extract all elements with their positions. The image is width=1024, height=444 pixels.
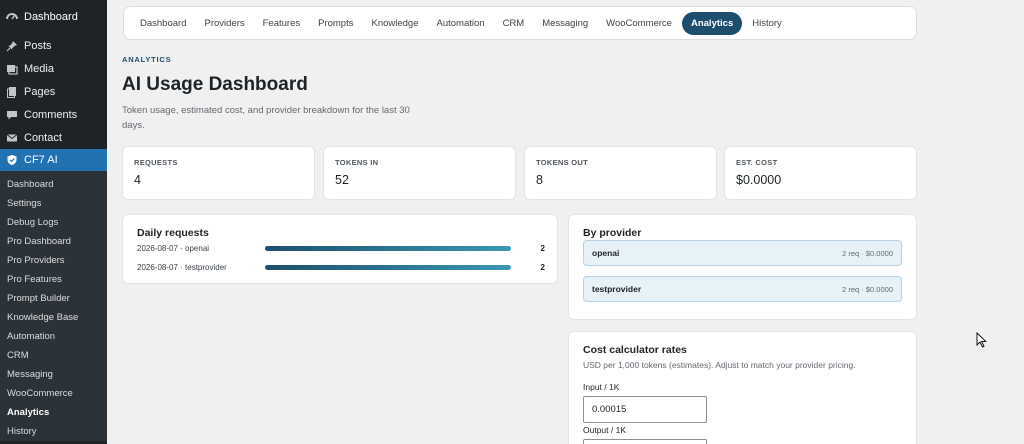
- stat-label: TOKENS OUT: [536, 158, 589, 167]
- daily-request-label: 2026-08-07 · openai: [137, 244, 210, 253]
- stat-label: REQUESTS: [134, 158, 178, 167]
- daily-request-bar: [265, 246, 511, 251]
- submenu-item-pro-providers[interactable]: Pro Providers: [0, 251, 107, 270]
- stat-value: 4: [134, 173, 141, 187]
- daily-request-label: 2026-08-07 · testprovider: [137, 263, 227, 272]
- sidebar-item-label: Pages: [24, 85, 56, 98]
- tab-features[interactable]: Features: [255, 12, 309, 35]
- daily-requests-title: Daily requests: [137, 227, 209, 239]
- submenu-item-messaging[interactable]: Messaging: [0, 365, 107, 384]
- tab-history[interactable]: History: [744, 12, 790, 35]
- provider-row-openai: openai 2 req · $0.0000: [583, 240, 902, 266]
- submenu-item-crm[interactable]: CRM: [0, 346, 107, 365]
- stat-card-requests: REQUESTS 4: [122, 146, 315, 200]
- daily-request-bar: [265, 265, 511, 270]
- pages-icon: [6, 86, 18, 98]
- pin-icon: [6, 40, 18, 52]
- provider-name: openai: [592, 248, 620, 258]
- submenu-item-analytics[interactable]: Analytics: [0, 403, 107, 422]
- tab-crm[interactable]: CRM: [495, 12, 533, 35]
- page-title: AI Usage Dashboard: [122, 74, 308, 95]
- provider-name: testprovider: [592, 284, 642, 294]
- stat-card-est-cost: EST. COST $0.0000: [724, 146, 917, 200]
- sidebar-item-label: Comments: [24, 108, 78, 121]
- sidebar-item-cf7-ai[interactable]: CF7 AI: [0, 149, 107, 171]
- daily-request-row: 2026-08-07 · openai 2: [137, 239, 557, 258]
- stat-card-tokens-out: TOKENS OUT 8: [524, 146, 717, 200]
- sidebar-item-label: Dashboard: [24, 11, 78, 23]
- sidebar-item-label: CF7 AI: [24, 154, 58, 166]
- sidebar-item-media[interactable]: Media: [0, 57, 107, 80]
- sidebar-item-comments[interactable]: Comments: [0, 103, 107, 126]
- input-rate-label: Input / 1K: [583, 382, 620, 392]
- mouse-cursor-icon: [976, 332, 987, 348]
- provider-row-testprovider: testprovider 2 req · $0.0000: [583, 276, 902, 302]
- stat-value: 8: [536, 173, 543, 187]
- tab-bar: Dashboard Providers Features Prompts Kno…: [123, 6, 917, 40]
- cost-calculator-card: Cost calculator rates USD per 1,000 toke…: [568, 331, 917, 444]
- submenu-item-automation[interactable]: Automation: [0, 327, 107, 346]
- submenu-item-debug-logs[interactable]: Debug Logs: [0, 213, 107, 232]
- submenu-item-woocommerce[interactable]: WooCommerce: [0, 384, 107, 403]
- provider-meta: 2 req · $0.0000: [842, 248, 893, 258]
- sidebar-item-dashboard[interactable]: Dashboard: [0, 0, 107, 34]
- dashboard-icon: [6, 11, 18, 23]
- input-rate-field[interactable]: [583, 396, 707, 423]
- tab-automation[interactable]: Automation: [429, 12, 493, 35]
- sidebar-item-contact[interactable]: Contact: [0, 126, 107, 149]
- sidebar-item-label: Posts: [24, 39, 52, 52]
- stat-label: TOKENS IN: [335, 158, 379, 167]
- admin-sidebar: Dashboard Posts Media Pages Comments Con…: [0, 0, 107, 444]
- submenu-item-prompt-builder[interactable]: Prompt Builder: [0, 289, 107, 308]
- cost-calculator-description: USD per 1,000 tokens (estimates). Adjust…: [583, 360, 856, 370]
- tab-analytics[interactable]: Analytics: [681, 11, 743, 35]
- page-subtitle: Token usage, estimated cost, and provide…: [122, 105, 410, 131]
- sidebar-item-posts[interactable]: Posts: [0, 34, 107, 57]
- submenu-item-knowledge-base[interactable]: Knowledge Base: [0, 308, 107, 327]
- tab-messaging[interactable]: Messaging: [534, 12, 596, 35]
- by-provider-title: By provider: [583, 227, 642, 239]
- sidebar-item-label: Contact: [24, 131, 62, 144]
- sidebar-item-label: Media: [24, 62, 54, 75]
- shield-icon: [6, 154, 18, 166]
- mail-icon: [6, 132, 18, 144]
- provider-meta: 2 req · $0.0000: [842, 284, 893, 294]
- sidebar-submenu: Dashboard Settings Debug Logs Pro Dashbo…: [0, 171, 107, 441]
- tab-knowledge[interactable]: Knowledge: [363, 12, 426, 35]
- submenu-item-settings[interactable]: Settings: [0, 194, 107, 213]
- output-rate-label: Output / 1K: [583, 425, 626, 435]
- tab-providers[interactable]: Providers: [196, 12, 252, 35]
- submenu-item-dashboard[interactable]: Dashboard: [0, 175, 107, 194]
- page-eyebrow: ANALYTICS: [122, 55, 172, 64]
- main-content: Dashboard Providers Features Prompts Kno…: [107, 0, 1024, 444]
- by-provider-card: By provider openai 2 req · $0.0000 testp…: [568, 214, 917, 320]
- stat-value: $0.0000: [736, 173, 782, 187]
- cost-calculator-title: Cost calculator rates: [583, 344, 687, 356]
- comments-icon: [6, 109, 18, 121]
- daily-request-count: 2: [540, 244, 545, 253]
- daily-requests-card: Daily requests 2026-08-07 · openai 2 202…: [122, 214, 558, 284]
- submenu-item-pro-dashboard[interactable]: Pro Dashboard: [0, 232, 107, 251]
- output-rate-field[interactable]: [583, 439, 707, 444]
- stat-card-tokens-in: TOKENS IN 52: [323, 146, 516, 200]
- tab-prompts[interactable]: Prompts: [310, 12, 361, 35]
- stat-label: EST. COST: [736, 158, 778, 167]
- daily-request-row: 2026-08-07 · testprovider 2: [137, 258, 557, 277]
- tab-dashboard[interactable]: Dashboard: [132, 12, 194, 35]
- daily-request-count: 2: [540, 263, 545, 272]
- stat-value: 52: [335, 173, 349, 187]
- media-icon: [6, 63, 18, 75]
- submenu-item-pro-features[interactable]: Pro Features: [0, 270, 107, 289]
- sidebar-item-pages[interactable]: Pages: [0, 80, 107, 103]
- submenu-item-history[interactable]: History: [0, 422, 107, 441]
- tab-woocommerce[interactable]: WooCommerce: [598, 12, 680, 35]
